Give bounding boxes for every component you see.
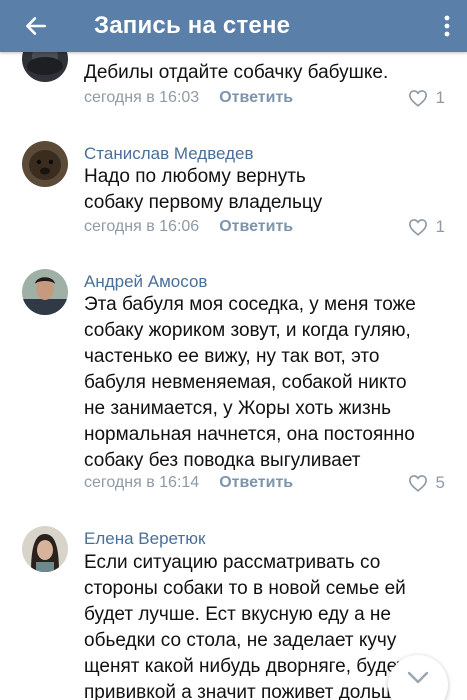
- heart-outline-icon: [408, 219, 427, 236]
- comment-time: сегодня в 16:14: [84, 474, 200, 491]
- comment-meta: сегодня в 16:03 Ответить: [84, 89, 293, 107]
- more-options-button[interactable]: [427, 0, 467, 52]
- top-app-bar: Запись на стене: [0, 0, 467, 52]
- like-button[interactable]: 5: [408, 473, 445, 493]
- comment-text: Если ситуацию рассматривать со стороны с…: [84, 552, 421, 700]
- comment-text: Эта бабуля моя соседка, у меня тоже соба…: [84, 294, 416, 471]
- reply-button[interactable]: Ответить: [219, 218, 293, 236]
- comment-author[interactable]: Андрей Амосов: [84, 272, 207, 292]
- avatar[interactable]: [22, 141, 68, 187]
- avatar[interactable]: [22, 526, 68, 572]
- like-count: 1: [435, 88, 445, 107]
- chevron-down-icon: [407, 671, 429, 684]
- heart-outline-icon: [408, 90, 427, 107]
- comment-meta: сегодня в 16:14 Ответить: [84, 474, 293, 492]
- comment-author[interactable]: Елена Веретюк: [84, 529, 205, 549]
- comment-author[interactable]: Станислав Медведев: [84, 144, 254, 164]
- like-count: 5: [435, 473, 445, 492]
- comment-text: Дебилы отдайте собачку бабушке.: [84, 62, 389, 83]
- comment-time: сегодня в 16:06: [84, 218, 200, 235]
- arrow-left-icon: [26, 17, 46, 35]
- avatar[interactable]: [22, 269, 68, 315]
- comment-text: Надо по любому вернуть собаку первому вл…: [84, 166, 323, 213]
- page-title: Запись на стене: [94, 12, 291, 39]
- heart-outline-icon: [408, 475, 427, 492]
- like-button[interactable]: 1: [408, 88, 445, 108]
- reply-button[interactable]: Ответить: [219, 89, 293, 107]
- more-vertical-icon: [444, 15, 450, 37]
- comment-time: сегодня в 16:03: [84, 89, 200, 106]
- back-button[interactable]: [0, 0, 72, 52]
- like-button[interactable]: 1: [408, 217, 445, 237]
- comments-feed[interactable]: Дебилы отдайте собачку бабушке. сегодня …: [0, 0, 467, 700]
- comment-meta: сегодня в 16:06 Ответить: [84, 218, 293, 236]
- reply-button[interactable]: Ответить: [219, 474, 293, 492]
- like-count: 1: [435, 217, 445, 236]
